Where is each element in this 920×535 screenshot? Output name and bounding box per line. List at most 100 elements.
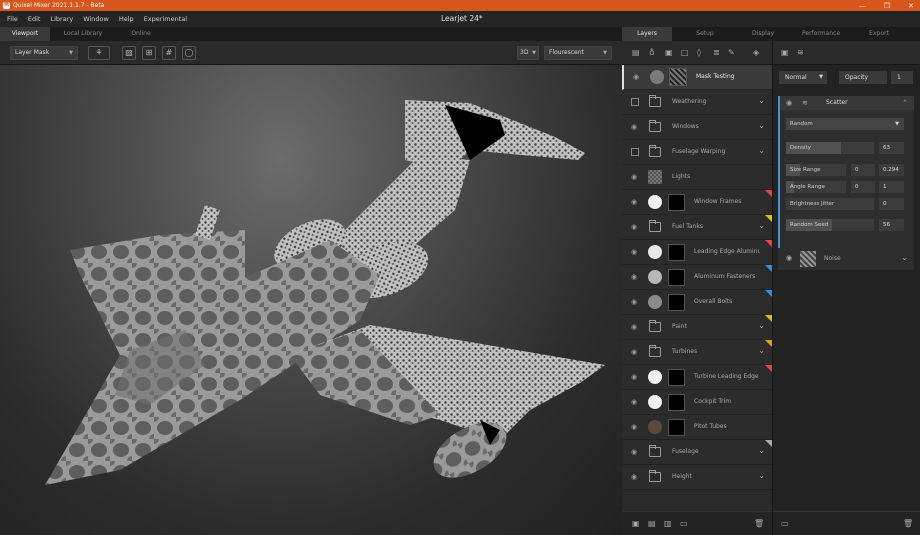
eye-icon[interactable]: ◉ bbox=[631, 448, 637, 456]
eye-icon[interactable]: ◉ bbox=[786, 96, 792, 110]
menu-window[interactable]: Window bbox=[83, 15, 109, 23]
eye-icon[interactable]: ◉ bbox=[631, 473, 637, 481]
color-swatch[interactable] bbox=[648, 245, 662, 259]
menu-library[interactable]: Library bbox=[50, 15, 73, 23]
mask-thumbnail[interactable] bbox=[668, 194, 685, 211]
tab-online[interactable]: Online bbox=[116, 27, 166, 41]
opacity-input[interactable]: 1 bbox=[891, 71, 913, 84]
scatter-header[interactable]: ◉ ≋ Scatter ⌃ bbox=[780, 96, 914, 110]
layer-row[interactable]: ◉ Leading Edge Aluminum bbox=[622, 240, 772, 265]
eye-icon[interactable]: ◉ bbox=[631, 348, 637, 356]
minimize-icon[interactable]: — bbox=[859, 2, 866, 10]
eye-icon[interactable]: ◉ bbox=[631, 173, 637, 181]
mask-thumbnail[interactable] bbox=[668, 394, 685, 411]
chevron-down-icon[interactable]: ⌄ bbox=[758, 96, 765, 105]
tab-performance[interactable]: Performance bbox=[796, 27, 846, 41]
brightness-jitter-slider[interactable]: Brightness Jitter bbox=[786, 198, 874, 210]
mask-stack-icon[interactable]: ▣ bbox=[781, 48, 789, 57]
blend-mode-dropdown[interactable]: Normal ▼ bbox=[779, 71, 827, 84]
layer-row[interactable]: ◉ Cockpit Trim bbox=[622, 390, 772, 415]
restore-icon[interactable]: ❐ bbox=[884, 2, 890, 10]
brush-icon[interactable]: ✎ bbox=[728, 48, 735, 57]
eye-icon[interactable]: ◉ bbox=[631, 423, 637, 431]
tab-export[interactable]: Export bbox=[854, 27, 904, 41]
close-icon[interactable]: ✕ bbox=[908, 2, 914, 10]
layer-row[interactable]: ◉ Turbine Leading Edge bbox=[622, 365, 772, 390]
angle-max-input[interactable]: 1 bbox=[879, 181, 904, 193]
color-swatch[interactable] bbox=[648, 270, 662, 284]
eye-icon[interactable]: ◉ bbox=[631, 298, 637, 306]
menu-file[interactable]: File bbox=[7, 15, 18, 23]
mask-thumbnail[interactable] bbox=[669, 68, 687, 86]
menu-edit[interactable]: Edit bbox=[28, 15, 41, 23]
lighting-dropdown[interactable]: Flourescent ▼ bbox=[544, 46, 612, 60]
eye-icon[interactable]: ◉ bbox=[631, 198, 637, 206]
eye-icon[interactable]: ◉ bbox=[633, 73, 639, 81]
solid-icon[interactable]: ▤ bbox=[648, 519, 656, 528]
paint-layer-icon[interactable]: ▣ bbox=[665, 48, 673, 57]
tab-display[interactable]: Display bbox=[738, 27, 788, 41]
layer-row[interactable]: ◉ Turbines ⌄ bbox=[622, 340, 772, 365]
folder-icon[interactable]: ▭ bbox=[781, 519, 789, 528]
size-max-input[interactable]: 0.294 bbox=[879, 164, 904, 176]
eye-icon[interactable]: ◉ bbox=[631, 398, 637, 406]
mask-thumbnail[interactable] bbox=[668, 294, 685, 311]
fill-icon[interactable]: ♁ bbox=[649, 48, 655, 57]
channel-dropdown[interactable]: Layer Mask ▼ bbox=[10, 46, 78, 60]
eye-icon[interactable]: ◉ bbox=[631, 273, 637, 281]
menu-experimental[interactable]: Experimental bbox=[144, 15, 187, 23]
size-range-slider[interactable]: Size Range bbox=[786, 164, 846, 176]
layer-row[interactable]: ◉ Height ⌄ bbox=[622, 465, 772, 490]
solid-layer-icon[interactable]: □ bbox=[681, 48, 689, 57]
layer-row[interactable]: ◉ Mask Testing bbox=[622, 65, 772, 90]
visibility-checkbox[interactable] bbox=[631, 148, 639, 156]
tile-view-button[interactable]: ⊞ bbox=[142, 46, 156, 60]
color-swatch[interactable] bbox=[648, 295, 662, 309]
tab-viewport[interactable]: Viewport bbox=[0, 27, 50, 41]
mask-thumbnail[interactable] bbox=[668, 419, 685, 436]
sphere-button[interactable]: ◯ bbox=[182, 46, 196, 60]
color-swatch[interactable] bbox=[648, 195, 662, 209]
tab-local-library[interactable]: Local Library bbox=[58, 27, 108, 41]
chevron-down-icon[interactable]: ⌄ bbox=[758, 446, 765, 455]
color-swatch[interactable] bbox=[648, 420, 662, 434]
density-slider[interactable]: Density bbox=[786, 142, 874, 154]
color-swatch[interactable] bbox=[648, 370, 662, 384]
3d-viewport[interactable] bbox=[0, 65, 622, 535]
chevron-down-icon[interactable]: ⌄ bbox=[758, 471, 765, 480]
chevron-down-icon[interactable]: ⌄ bbox=[758, 321, 765, 330]
mode-dropdown[interactable]: 3D ▼ bbox=[517, 46, 539, 60]
random-seed-slider[interactable]: Random Seed bbox=[786, 219, 874, 231]
delete-icon[interactable]: 🗑 bbox=[903, 519, 913, 528]
layer-row[interactable]: ◉ Pitot Tubes bbox=[622, 415, 772, 440]
color-swatch[interactable] bbox=[648, 395, 662, 409]
size-min-input[interactable]: 0 bbox=[851, 164, 875, 176]
layers-stack-icon[interactable]: ◈ bbox=[753, 48, 759, 57]
layer-row[interactable]: ◉ Aluminum Fasteners bbox=[622, 265, 772, 290]
eye-icon[interactable]: ◉ bbox=[786, 254, 792, 262]
color-swatch[interactable] bbox=[650, 70, 664, 84]
adjust-icon[interactable]: ≣ bbox=[713, 48, 720, 57]
add-mask-icon[interactable]: ▣ bbox=[632, 519, 640, 528]
image-view-button[interactable]: ▨ bbox=[122, 46, 136, 60]
brightness-jitter-input[interactable]: 0 bbox=[879, 198, 904, 210]
random-seed-input[interactable]: 56 bbox=[879, 219, 904, 231]
mask-thumbnail[interactable] bbox=[668, 244, 685, 261]
scatter-mode-dropdown[interactable]: Random ▼ bbox=[786, 118, 904, 130]
drop-icon[interactable]: ◊ bbox=[697, 48, 701, 57]
eye-icon[interactable]: ◉ bbox=[631, 248, 637, 256]
grid-button[interactable]: # bbox=[162, 46, 176, 60]
layer-row[interactable]: ◉ Lights bbox=[622, 165, 772, 190]
new-folder-icon[interactable]: ▭ bbox=[680, 519, 688, 528]
angle-min-input[interactable]: 0 bbox=[851, 181, 875, 193]
eye-icon[interactable]: ◉ bbox=[631, 223, 637, 231]
chevron-up-icon[interactable]: ⌃ bbox=[902, 96, 908, 110]
noise-card[interactable]: ◉ Noise ⌄ bbox=[778, 248, 914, 270]
chevron-down-icon[interactable]: ⌄ bbox=[758, 346, 765, 355]
layer-row[interactable]: ◉ Paint ⌄ bbox=[622, 315, 772, 340]
chevron-down-icon[interactable]: ⌄ bbox=[758, 221, 765, 230]
layer-row[interactable]: Weathering ⌄ bbox=[622, 90, 772, 115]
sliders-icon[interactable]: ≋ bbox=[797, 48, 804, 57]
eye-icon[interactable]: ◉ bbox=[631, 123, 637, 131]
eye-icon[interactable]: ◉ bbox=[631, 323, 637, 331]
